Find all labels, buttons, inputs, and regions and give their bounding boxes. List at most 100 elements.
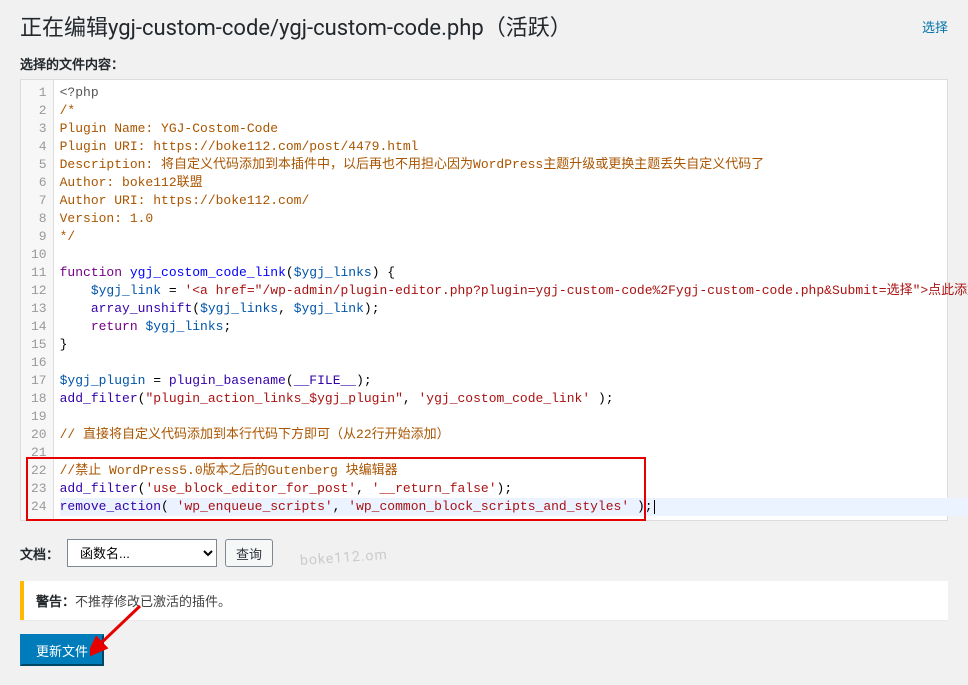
code-token: $ygj_links (145, 319, 223, 334)
code-editor[interactable]: 123456789101112131415161718192021222324 … (20, 79, 948, 521)
code-token: ); (590, 391, 613, 406)
code-token: Author: boke112联盟 (60, 175, 203, 190)
code-token: function (60, 265, 122, 280)
code-line[interactable] (60, 408, 968, 426)
warning-notice: 警告：不推荐修改已激活的插件。 (20, 581, 948, 620)
content-label: 选择的文件内容： (20, 54, 948, 73)
code-line[interactable]: Author: boke112联盟 (60, 174, 968, 192)
code-token: ); (497, 481, 513, 496)
page-title: 正在编辑ygj-custom-code/ygj-custom-code.php（… (20, 10, 572, 42)
code-line[interactable]: //禁止 WordPress5.0版本之后的Gutenberg 块编辑器 (60, 462, 968, 480)
code-line[interactable]: <?php (60, 84, 968, 102)
code-token: ); (356, 373, 372, 388)
code-line[interactable] (60, 444, 968, 462)
line-number: 2 (31, 102, 47, 120)
code-line[interactable]: // 直接将自定义代码添加到本行代码下方即可（从22行开始添加） (60, 426, 968, 444)
line-number: 20 (31, 426, 47, 444)
code-line[interactable]: add_filter('use_block_editor_for_post', … (60, 480, 968, 498)
code-token: <?php (60, 85, 99, 100)
query-button[interactable]: 查询 (225, 539, 273, 567)
line-number: 9 (31, 228, 47, 246)
line-number: 15 (31, 336, 47, 354)
line-number: 10 (31, 246, 47, 264)
line-number: 11 (31, 264, 47, 282)
code-token: $ygj_links (200, 301, 278, 316)
line-number-gutter: 123456789101112131415161718192021222324 (21, 80, 54, 520)
code-token: ygj_costom_code_link (130, 265, 286, 280)
code-token: 'use_block_editor_for_post' (145, 481, 356, 496)
code-token: } (60, 337, 68, 352)
doc-label: 文档： (20, 544, 59, 563)
line-number: 18 (31, 390, 47, 408)
code-token: '__return_false' (372, 481, 497, 496)
text-cursor (654, 500, 655, 514)
code-token: ( (286, 265, 294, 280)
code-token: plugin_basename (169, 373, 286, 388)
code-token: 'ygj_costom_code_link' (419, 391, 591, 406)
code-line[interactable]: Plugin Name: YGJ-Costom-Code (60, 120, 968, 138)
code-token: Author URI: https://boke112.com/ (60, 193, 310, 208)
code-line[interactable] (60, 354, 968, 372)
code-line[interactable]: Description: 将自定义代码添加到本插件中，以后再也不用担心因为Wor… (60, 156, 968, 174)
code-token: 'wp_common_block_scripts_and_styles' (348, 499, 629, 514)
line-number: 4 (31, 138, 47, 156)
code-token: $ygj_plugin (60, 373, 146, 388)
code-token: $ygj_link (294, 301, 364, 316)
code-token: ); (364, 301, 380, 316)
code-token: __FILE__ (294, 373, 356, 388)
code-token: , (403, 391, 419, 406)
code-token: = (145, 373, 168, 388)
code-token: ( (192, 301, 200, 316)
code-token: add_filter (60, 391, 138, 406)
line-number: 1 (31, 84, 47, 102)
code-token: return (91, 319, 138, 334)
code-token: ( (161, 499, 177, 514)
code-token: Plugin URI: https://boke112.com/post/447… (60, 139, 419, 154)
code-line[interactable]: } (60, 336, 968, 354)
select-file-link[interactable]: 选择 (922, 17, 948, 36)
code-line[interactable]: /* (60, 102, 968, 120)
title-suffix: （活跃） (484, 16, 572, 41)
code-token: , (278, 301, 294, 316)
code-token: remove_action (60, 499, 161, 514)
update-file-button[interactable]: 更新文件 (20, 634, 104, 666)
line-number: 22 (31, 462, 47, 480)
code-token: // 直接将自定义代码添加到本行代码下方即可（从22行开始添加） (60, 427, 450, 442)
code-token: add_filter (60, 481, 138, 496)
code-token: Plugin Name: YGJ-Costom-Code (60, 121, 278, 136)
code-line[interactable]: return $ygj_links; (60, 318, 968, 336)
code-line[interactable]: function ygj_costom_code_link($ygj_links… (60, 264, 968, 282)
warning-title: 警告： (36, 595, 75, 610)
code-token (122, 265, 130, 280)
line-number: 19 (31, 408, 47, 426)
code-token: /* (60, 103, 76, 118)
code-token: = (161, 283, 184, 298)
code-content-area[interactable]: <?php /* Plugin Name: YGJ-Costom-Code Plugi… (54, 80, 968, 520)
code-line[interactable]: $ygj_link = '<a href="/wp-admin/plugin-e… (60, 282, 968, 300)
code-token: $ygj_link (91, 283, 161, 298)
code-line[interactable]: array_unshift($ygj_links, $ygj_link); (60, 300, 968, 318)
line-number: 23 (31, 480, 47, 498)
code-token: Description: 将自定义代码添加到本插件中，以后再也不用担心因为Wor… (60, 157, 765, 172)
code-line[interactable]: */ (60, 228, 968, 246)
code-line[interactable]: Version: 1.0 (60, 210, 968, 228)
code-line[interactable]: remove_action( 'wp_enqueue_scripts', 'wp… (60, 498, 968, 516)
code-line[interactable]: add_filter("plugin_action_links_$ygj_plu… (60, 390, 968, 408)
line-number: 17 (31, 372, 47, 390)
line-number: 24 (31, 498, 47, 516)
code-line[interactable] (60, 246, 968, 264)
code-token: Version: 1.0 (60, 211, 154, 226)
line-number: 12 (31, 282, 47, 300)
code-line[interactable]: Plugin URI: https://boke112.com/post/447… (60, 138, 968, 156)
code-token: ) { (372, 265, 395, 280)
code-line[interactable]: Author URI: https://boke112.com/ (60, 192, 968, 210)
code-token: "plugin_action_links_$ygj_plugin" (145, 391, 402, 406)
code-token: , (356, 481, 372, 496)
function-name-select[interactable]: 函数名... (67, 539, 217, 567)
code-token: array_unshift (91, 301, 192, 316)
line-number: 7 (31, 192, 47, 210)
code-token: $ygj_links (294, 265, 372, 280)
line-number: 16 (31, 354, 47, 372)
code-line[interactable]: $ygj_plugin = plugin_basename(__FILE__); (60, 372, 968, 390)
line-number: 3 (31, 120, 47, 138)
